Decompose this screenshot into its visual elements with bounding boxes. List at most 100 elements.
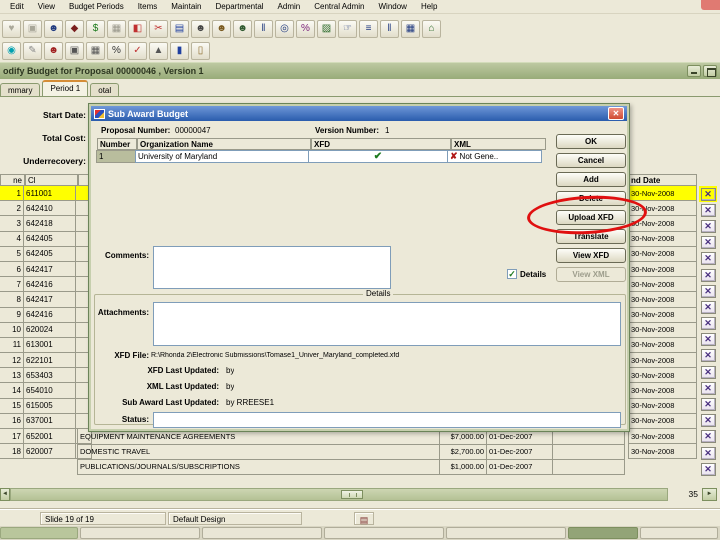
budget-row[interactable]: 2 642410	[0, 200, 93, 217]
taskbar-button[interactable]	[446, 527, 566, 539]
add-button[interactable]: Add	[556, 172, 626, 187]
copy-icon[interactable]: ▣	[23, 20, 42, 38]
budget-row[interactable]: 5 642405	[0, 245, 93, 262]
x-checkbox-icon[interactable]: ✕	[700, 349, 716, 363]
x-checkbox-icon[interactable]: ✕	[700, 284, 716, 298]
budget-row[interactable]: 6 642417	[0, 260, 93, 278]
budget-row[interactable]: 8 642417	[0, 291, 93, 308]
budget-row[interactable]: 15 615005	[0, 397, 93, 414]
scrollbar-track[interactable]	[10, 488, 668, 501]
x-checkbox-icon[interactable]: ✕	[700, 236, 716, 250]
menu-departmental[interactable]: Departmental	[210, 1, 270, 12]
number-column-header[interactable]: Number	[97, 138, 137, 150]
budget-row[interactable]: 13 653403	[0, 367, 93, 384]
cancel-button[interactable]: Cancel	[556, 153, 626, 168]
menu-maintain[interactable]: Maintain	[165, 1, 207, 12]
budget-row[interactable]: 9 642416	[0, 306, 93, 323]
list-icon[interactable]: ≡	[359, 20, 378, 38]
chart-check-icon[interactable]: ✓	[128, 42, 147, 60]
x-checkbox-icon[interactable]: ✕	[700, 317, 716, 331]
x-checkbox-icon[interactable]: ✕	[700, 333, 716, 347]
printer-icon[interactable]: ▨	[317, 20, 336, 38]
chart-wizard-icon[interactable]: ▲	[149, 42, 168, 60]
cut-icon[interactable]: ✂	[149, 20, 168, 38]
money-bag-icon[interactable]: $	[86, 20, 105, 38]
comments-textarea[interactable]	[153, 246, 391, 289]
view-xml-button[interactable]: View XML	[556, 267, 626, 282]
taskbar-button[interactable]	[0, 527, 78, 539]
percent-icon[interactable]: %	[107, 42, 126, 60]
x-checkbox-icon[interactable]: ✕	[700, 430, 716, 444]
window-titlebar[interactable]: odify Budget for Proposal 00000046 , Ver…	[0, 62, 720, 79]
x-checkbox-icon[interactable]: ✕	[700, 381, 716, 395]
details-checkbox[interactable]: ✓ Details	[507, 269, 546, 279]
subaward-row[interactable]: 1 University of Maryland ✔ ✘ Not Gene..	[96, 150, 542, 163]
upload-xfd-button[interactable]: Upload XFD	[556, 210, 626, 225]
split-view-icon[interactable]: ‖	[380, 20, 399, 38]
eraser-icon[interactable]: ✎	[23, 42, 42, 60]
menu-window[interactable]: Window	[372, 1, 412, 12]
ok-button[interactable]: OK	[556, 134, 626, 149]
save-icon[interactable]: ▮	[170, 42, 189, 60]
budget-row[interactable]: 14 654010	[0, 382, 93, 399]
x-checkbox-icon[interactable]: ✕	[700, 414, 716, 428]
x-checkbox-icon[interactable]: ✕	[700, 398, 716, 412]
org-chart-icon[interactable]: ◧	[128, 20, 147, 38]
x-checkbox-icon[interactable]: ✕	[700, 446, 716, 460]
x-checkbox-icon[interactable]: ✕	[700, 187, 716, 201]
clipboard-icon[interactable]: ▯	[191, 42, 210, 60]
scrollbar-thumb[interactable]	[341, 490, 363, 499]
close-icon[interactable]: ✕	[608, 107, 624, 120]
people-icon[interactable]: ☻	[212, 20, 231, 38]
tab-summary[interactable]: mmary	[0, 83, 41, 97]
x-checkbox-icon[interactable]: ✕	[700, 300, 716, 314]
tab-total[interactable]: otal	[90, 83, 120, 97]
calendar-icon[interactable]: ▦	[86, 42, 105, 60]
books-icon[interactable]: ◆	[65, 20, 84, 38]
x-checkbox-icon[interactable]: ✕	[700, 268, 716, 282]
person-alert-icon[interactable]: ☻	[44, 42, 63, 60]
xml-column-header[interactable]: XML	[451, 138, 546, 150]
clock-icon[interactable]: ◎	[275, 20, 294, 38]
x-checkbox-icon[interactable]: ✕	[700, 203, 716, 217]
favorites-icon[interactable]: ♥	[2, 20, 21, 38]
app-close-button-sliver[interactable]	[701, 0, 720, 10]
taskbar-button[interactable]	[324, 527, 444, 539]
budget-row[interactable]: 3 642418	[0, 215, 93, 232]
format-icon[interactable]: ◉	[2, 42, 21, 60]
menu-central-admin[interactable]: Central Admin	[308, 1, 370, 12]
find-person-icon[interactable]: ☻	[191, 20, 210, 38]
menu-edit[interactable]: Edit	[4, 1, 30, 12]
view-xfd-button[interactable]: View XFD	[556, 248, 626, 263]
menu-view[interactable]: View	[32, 1, 61, 12]
exchange-icon[interactable]: ▤	[170, 20, 189, 38]
budget-row[interactable]: PUBLICATIONS/JOURNALS/SUBSCRIPTIONS $1,0…	[77, 458, 627, 475]
person-budget-icon[interactable]: ☻	[44, 20, 63, 38]
budget-row[interactable]: 16 637001	[0, 412, 93, 429]
budget-row[interactable]: 7 642416	[0, 276, 93, 293]
spellcheck-icon[interactable]: ▤	[354, 512, 374, 525]
organization-column-header[interactable]: Organization Name	[137, 138, 311, 150]
budget-row[interactable]: 11 613001	[0, 336, 93, 354]
window-grid-icon[interactable]: ▦	[401, 20, 420, 38]
budget-row[interactable]: 4 642405	[0, 230, 93, 247]
taskbar-button-active[interactable]	[568, 527, 638, 539]
budget-row[interactable]: DOMESTIC TRAVEL $2,700.00 01-Dec-2007	[77, 443, 627, 460]
save-frame-icon[interactable]: ▣	[65, 42, 84, 60]
taskbar-button[interactable]	[202, 527, 322, 539]
attachments-field[interactable]	[153, 302, 621, 346]
binoculars-icon[interactable]: ▦	[107, 20, 126, 38]
menu-items[interactable]: Items	[132, 1, 164, 12]
dialog-titlebar[interactable]: Sub Award Budget ✕	[91, 106, 627, 121]
status-field[interactable]	[153, 412, 621, 428]
xfd-column-header[interactable]: XFD	[311, 138, 451, 150]
menu-admin[interactable]: Admin	[272, 1, 307, 12]
percent-grid-icon[interactable]: %	[296, 20, 315, 38]
minimize-icon[interactable]	[687, 65, 701, 77]
taskbar-button[interactable]	[80, 527, 200, 539]
menu-budget-periods[interactable]: Budget Periods	[63, 1, 130, 12]
x-checkbox-icon[interactable]: ✕	[700, 219, 716, 233]
exit-door-icon[interactable]: ⌂	[422, 20, 441, 38]
budget-row[interactable]: 1 611001	[0, 185, 93, 202]
scroll-left-icon[interactable]: ◄	[0, 488, 10, 501]
